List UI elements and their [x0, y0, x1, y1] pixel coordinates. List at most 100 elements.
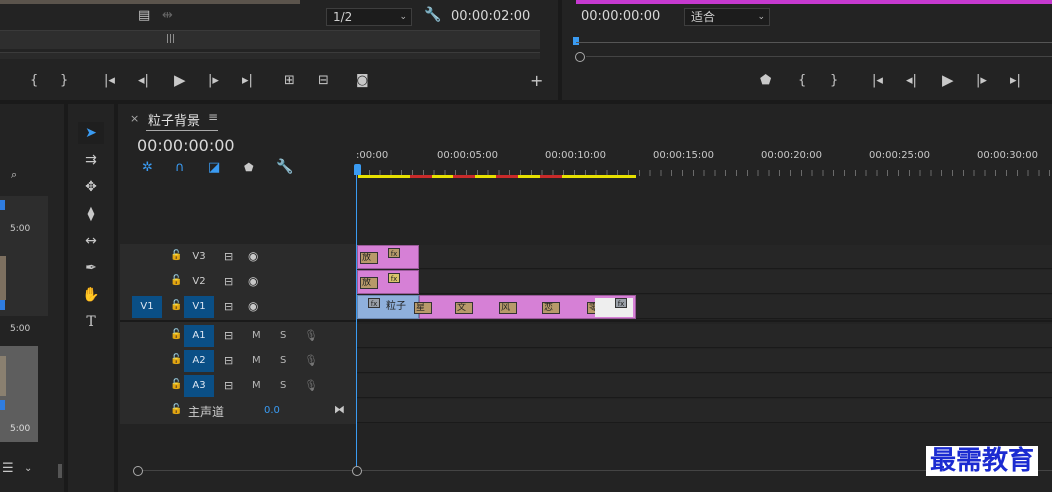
go-to-out-icon[interactable]: ▸|	[1010, 74, 1021, 88]
export-frame-icon[interactable]: ▤	[138, 9, 150, 23]
mute-button[interactable]: M	[252, 355, 261, 366]
fx-badge[interactable]: fx	[615, 298, 627, 308]
source-zoom-bar[interactable]	[0, 52, 540, 59]
program-playhead-marker[interactable]	[573, 37, 579, 45]
program-zoom-bar[interactable]	[586, 56, 1052, 57]
track-header-v3[interactable]: 🔓 V3 ⊟ ◉	[120, 245, 356, 269]
step-back-icon[interactable]: ◂|	[138, 74, 149, 88]
add-button-icon[interactable]: +	[530, 73, 543, 89]
go-to-in-icon[interactable]: |◂	[104, 74, 115, 88]
eye-icon[interactable]: ◉	[248, 299, 258, 313]
lane-a2[interactable]	[357, 349, 1052, 373]
track-header-v2[interactable]: 🔓 V2 ⊟ ◉	[120, 270, 356, 294]
track-header-a1[interactable]: 🔓 A1 ⊟ M S 🎙	[120, 324, 356, 348]
timeline-timecode[interactable]: 00:00:00:00	[137, 136, 235, 155]
sequence-tab[interactable]: 粒子背景	[148, 110, 200, 129]
overwrite-icon[interactable]: ⊟	[318, 74, 329, 88]
lock-icon[interactable]: 🔓	[170, 329, 182, 340]
source-playhead-marker[interactable]: |||	[166, 34, 175, 44]
list-view-icon[interactable]: ☰	[2, 462, 14, 476]
ripple-edit-tool-icon[interactable]: ✥	[78, 176, 104, 198]
track-header-v1[interactable]: V1 🔓 V1 ⊟ ◉	[120, 295, 356, 319]
play-icon[interactable]: ▶	[174, 73, 186, 88]
step-back-icon[interactable]: ◂|	[906, 74, 917, 88]
source-patch-v1[interactable]: V1	[132, 296, 162, 318]
zoom-handle-right[interactable]	[352, 466, 362, 476]
lane-a3[interactable]	[357, 374, 1052, 398]
master-volume-value[interactable]: 0.0	[264, 405, 280, 416]
fx-badge[interactable]: fx	[388, 248, 400, 258]
slip-tool-icon[interactable]: ↔	[78, 230, 104, 252]
clip-v2[interactable]: 放 fx	[357, 270, 419, 294]
step-forward-icon[interactable]: |▸	[976, 74, 987, 88]
sync-lock-icon[interactable]: ⊟	[224, 300, 233, 314]
program-time-ruler[interactable]	[576, 42, 1052, 43]
zoom-handle-left[interactable]	[133, 466, 143, 476]
search-bin-icon[interactable]: ⌕	[11, 168, 17, 182]
fx-badge[interactable]: fx	[388, 273, 400, 283]
sync-lock-icon[interactable]: ⊟	[224, 354, 233, 368]
program-zoom-handle[interactable]	[575, 52, 585, 62]
add-marker-timeline-icon[interactable]: ◪	[208, 161, 220, 175]
project-scrollbar[interactable]	[58, 464, 62, 478]
track-header-a2[interactable]: 🔓 A2 ⊟ M S 🎙	[120, 349, 356, 373]
panel-divider-vertical[interactable]	[558, 0, 562, 100]
mute-button[interactable]: M	[252, 380, 261, 391]
thumbnail-1[interactable]	[0, 196, 48, 316]
hand-tool-icon[interactable]: ✋	[78, 284, 104, 306]
solo-button[interactable]: S	[280, 330, 286, 341]
program-timecode[interactable]: 00:00:00:00	[581, 9, 660, 24]
insert-icon[interactable]: ⊞	[284, 74, 295, 88]
mark-out-icon[interactable]: }	[60, 74, 68, 88]
lane-v3[interactable]	[357, 245, 1052, 269]
microphone-icon[interactable]: 🎙	[304, 329, 318, 343]
fx-badge[interactable]: fx	[368, 298, 380, 308]
solo-button[interactable]: S	[280, 355, 286, 366]
go-to-end-icon[interactable]: ⧓	[334, 403, 345, 417]
lock-icon[interactable]: 🔓	[170, 404, 182, 415]
track-target-a2[interactable]: A2	[184, 350, 214, 372]
source-time-ruler[interactable]	[0, 30, 540, 49]
wrench-icon[interactable]: 🔧	[424, 8, 441, 22]
step-forward-icon[interactable]: |▸	[208, 74, 219, 88]
lane-v2[interactable]	[357, 270, 1052, 294]
pen-tool-icon[interactable]: ✒	[78, 257, 104, 279]
timeline-settings-wrench-icon[interactable]: 🔧	[276, 160, 293, 174]
microphone-icon[interactable]: 🎙	[304, 379, 318, 393]
track-header-a3[interactable]: 🔓 A3 ⊟ M S 🎙	[120, 374, 356, 398]
microphone-icon[interactable]: 🎙	[304, 354, 318, 368]
go-to-in-icon[interactable]: |◂	[872, 74, 883, 88]
mark-in-icon[interactable]: {	[30, 74, 38, 88]
clip-v3[interactable]: 放 fx	[357, 245, 419, 269]
fit-select[interactable]: 适合 ⌄	[684, 8, 770, 26]
timeline-zoom-bar[interactable]	[138, 470, 1052, 471]
track-target-a3[interactable]: A3	[184, 375, 214, 397]
track-header-master[interactable]: 🔓 主声道 0.0 ⧓	[120, 399, 356, 423]
go-to-out-icon[interactable]: ▸|	[242, 74, 253, 88]
lock-icon[interactable]: 🔓	[170, 275, 182, 286]
close-sequence-icon[interactable]: ×	[130, 112, 139, 125]
mark-in-icon[interactable]: {	[798, 74, 806, 88]
track-select-tool-icon[interactable]: ⇉	[78, 149, 104, 171]
marker-icon[interactable]: ⬟	[244, 161, 254, 175]
track-target-v2[interactable]: V2	[184, 271, 214, 293]
resolution-select[interactable]: 1/2 ⌄	[326, 8, 412, 26]
lane-a1[interactable]	[357, 324, 1052, 348]
sync-lock-icon[interactable]: ⊟	[224, 250, 233, 264]
sync-lock-icon[interactable]: ⊟	[224, 329, 233, 343]
add-marker-icon[interactable]: ⬟	[760, 74, 771, 88]
track-target-v3[interactable]: V3	[184, 246, 214, 268]
sync-lock-icon[interactable]: ⊟	[224, 275, 233, 289]
selection-tool-icon[interactable]: ➤	[78, 122, 104, 144]
chevron-down-icon[interactable]: ⌄	[24, 462, 32, 476]
track-target-v1[interactable]: V1	[184, 296, 214, 318]
camera-icon[interactable]: ◙	[356, 74, 369, 88]
mute-button[interactable]: M	[252, 330, 261, 341]
play-icon[interactable]: ▶	[942, 73, 954, 88]
lane-master[interactable]	[357, 399, 1052, 423]
solo-button[interactable]: S	[280, 380, 286, 391]
video-audio-divider[interactable]	[120, 320, 1052, 322]
eye-icon[interactable]: ◉	[248, 274, 258, 288]
playhead-line[interactable]	[356, 175, 357, 467]
lock-icon[interactable]: 🔓	[170, 354, 182, 365]
